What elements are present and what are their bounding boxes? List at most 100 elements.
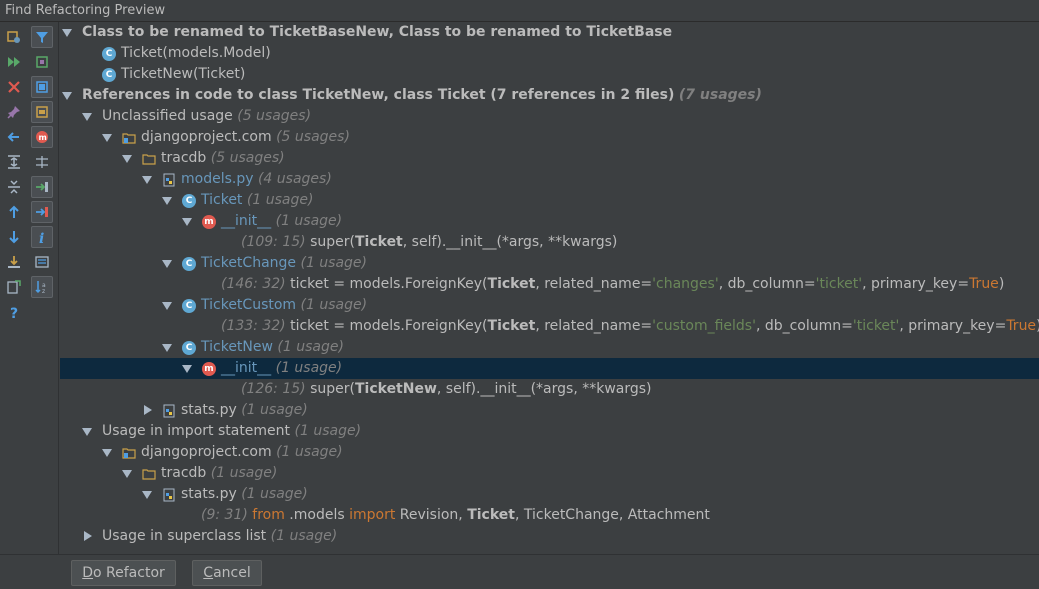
expand-arrow-icon[interactable] <box>142 400 152 421</box>
tree-row[interactable]: tracdb (1 usage) <box>60 463 1039 484</box>
group-by-package-icon[interactable] <box>31 101 53 123</box>
collapse-arrow-icon[interactable] <box>162 337 172 358</box>
group-by-module-icon[interactable] <box>31 76 53 98</box>
tree-row[interactable]: References in code to class TicketNew, c… <box>60 85 1039 106</box>
do-refactor-button[interactable]: Do Refactor <box>71 560 176 586</box>
collapse-arrow-icon[interactable] <box>162 190 172 211</box>
down-icon[interactable] <box>3 226 25 248</box>
usage-count: (1 usage) <box>277 339 344 355</box>
usage-count: (1 usage) <box>300 255 368 271</box>
collapse-arrow-icon[interactable] <box>162 295 172 316</box>
folder-name: tracdb <box>161 150 207 166</box>
file-name: stats.py <box>181 402 237 418</box>
method-name: __init__ <box>221 213 272 229</box>
preview-icon[interactable] <box>31 251 53 273</box>
tree-row[interactable]: (126: 15) super( TicketNew , self).__ini… <box>60 379 1039 400</box>
tree-row[interactable]: (9: 31) from .models import Revision, Ti… <box>60 505 1039 526</box>
button-label: ancel <box>213 565 251 581</box>
view-options-toolbar: m i az <box>28 22 59 554</box>
tree-row[interactable]: tracdb (5 usages) <box>60 148 1039 169</box>
code-text: super( <box>310 381 355 397</box>
collapse-arrow-icon[interactable] <box>62 22 72 43</box>
expand-arrow-icon[interactable] <box>82 526 92 547</box>
collapse-arrow-icon[interactable] <box>182 211 192 232</box>
left-toolbar: ? <box>0 22 28 554</box>
tree-row[interactable]: Usage in superclass list (1 usage) <box>60 526 1039 547</box>
tree-row[interactable]: C Ticket(models.Model) <box>60 43 1039 64</box>
tree-row[interactable]: C Ticket (1 usage) <box>60 190 1039 211</box>
tree-row[interactable]: djangoproject.com (5 usages) <box>60 127 1039 148</box>
tree-row[interactable]: stats.py (1 usage) <box>60 484 1039 505</box>
collapse-arrow-icon[interactable] <box>142 169 152 190</box>
tree-row[interactable]: (109: 15) super( Ticket , self).__init__… <box>60 232 1039 253</box>
usage-count: (1 usage) <box>294 423 362 439</box>
tree-row[interactable]: C TicketChange (1 usage) <box>60 253 1039 274</box>
collapse-arrow-icon[interactable] <box>82 106 92 127</box>
usage-count: (1 usage) <box>300 297 368 313</box>
collapse-all-icon[interactable] <box>3 176 25 198</box>
tree-row[interactable]: Unclassified usage (5 usages) <box>60 106 1039 127</box>
close-icon[interactable] <box>3 76 25 98</box>
collapse-arrow-icon[interactable] <box>82 421 92 442</box>
code-text: , self).__init__(*args, **kwargs) <box>402 234 618 250</box>
tree-row-selected[interactable]: m __init__ (1 usage) <box>60 358 1039 379</box>
tree-row[interactable]: Usage in import statement (1 usage) <box>60 421 1039 442</box>
collapse-arrow-icon[interactable] <box>122 148 132 169</box>
info-icon[interactable]: i <box>31 226 53 248</box>
collapse-arrow-icon[interactable] <box>162 253 172 274</box>
usage-count: (1 usage) <box>241 402 308 418</box>
code-text: ) <box>998 276 1005 292</box>
line-position: (146: 32) <box>221 276 286 292</box>
code-string: 'custom_fields' <box>652 318 756 334</box>
tree-row[interactable]: Class to be renamed to TicketBaseNew, Cl… <box>60 22 1039 43</box>
method-name: __init__ <box>221 360 272 376</box>
tree-row[interactable]: (146: 32) ticket = models.ForeignKey( Ti… <box>60 274 1039 295</box>
code-match: Ticket <box>487 276 536 292</box>
project-folder-icon <box>122 447 136 459</box>
usages-tree[interactable]: Class to be renamed to TicketBaseNew, Cl… <box>60 22 1039 554</box>
collapse-arrow-icon[interactable] <box>102 442 112 463</box>
cancel-button[interactable]: Cancel <box>192 560 262 586</box>
usage-count: (1 usage) <box>246 192 314 208</box>
usage-count: (1 usage) <box>275 360 343 376</box>
class-icon: C <box>102 46 116 61</box>
export-icon[interactable] <box>3 251 25 273</box>
sort-icon[interactable]: az <box>31 276 53 298</box>
pin-icon[interactable] <box>3 101 25 123</box>
tree-row[interactable]: C TicketCustom (1 usage) <box>60 295 1039 316</box>
help-icon[interactable]: ? <box>3 301 25 323</box>
tree-row[interactable]: m __init__ (1 usage) <box>60 211 1039 232</box>
tree-row[interactable]: C TicketNew(Ticket) <box>60 64 1039 85</box>
collapse-arrow-icon[interactable] <box>62 85 72 106</box>
tree-row[interactable]: stats.py (1 usage) <box>60 400 1039 421</box>
code-text: , db_column= <box>755 318 853 334</box>
expand-all-icon[interactable] <box>3 151 25 173</box>
code-keyword: True <box>1006 318 1037 334</box>
tree-row[interactable]: models.py (4 usages) <box>60 169 1039 190</box>
collapse-arrow-icon[interactable] <box>122 463 132 484</box>
up-icon[interactable] <box>3 201 25 223</box>
tree-row[interactable]: djangoproject.com (1 usage) <box>60 442 1039 463</box>
back-icon[interactable] <box>3 126 25 148</box>
class-name: TicketChange <box>201 255 297 271</box>
svg-text:m: m <box>39 133 47 142</box>
filter-icon[interactable] <box>31 26 53 48</box>
method-icon[interactable]: m <box>31 126 53 148</box>
collapse-arrow-icon[interactable] <box>182 358 192 379</box>
tree-row[interactable]: (133: 32) ticket = models.ForeignKey( Ti… <box>60 316 1039 337</box>
usage-icon[interactable] <box>31 201 53 223</box>
rerun-icon[interactable] <box>3 26 25 48</box>
code-keyword: True <box>969 276 999 292</box>
open-in-new-icon[interactable] <box>3 276 25 298</box>
button-bar: Do Refactor Cancel <box>0 554 1039 589</box>
tree-row[interactable]: C TicketNew (1 usage) <box>60 337 1039 358</box>
folder-name: tracdb <box>161 465 207 481</box>
run-icon[interactable] <box>3 51 25 73</box>
settings-icon[interactable] <box>31 51 53 73</box>
collapse-arrow-icon[interactable] <box>102 127 112 148</box>
code-text: .models <box>284 507 350 523</box>
import-icon[interactable] <box>31 176 53 198</box>
code-text: ticket = models.ForeignKey( <box>290 276 488 292</box>
collapse-arrow-icon[interactable] <box>142 484 152 505</box>
merge-icon[interactable] <box>31 151 53 173</box>
